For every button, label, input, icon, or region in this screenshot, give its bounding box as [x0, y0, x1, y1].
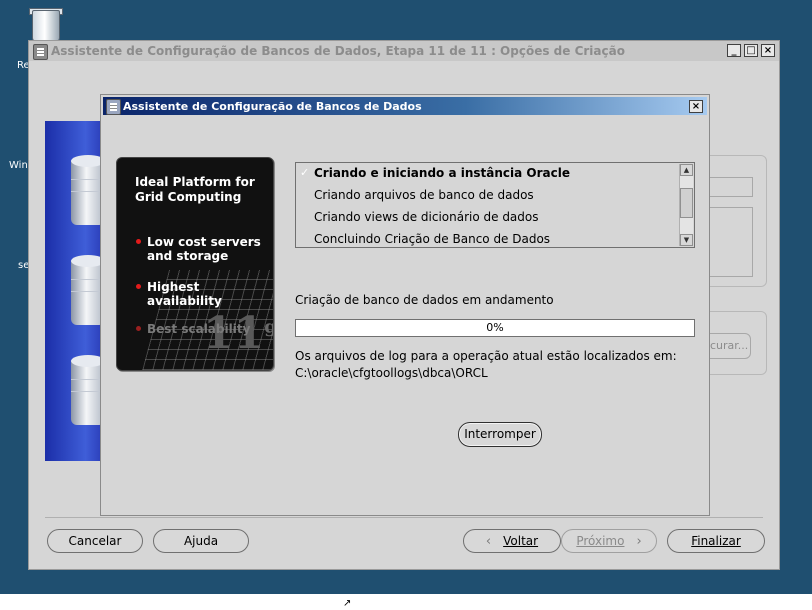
- hidden-field: [709, 207, 753, 277]
- back-button[interactable]: ‹ Voltar: [463, 529, 561, 553]
- app-icon: [106, 99, 121, 115]
- progress-label: 0%: [486, 321, 504, 334]
- log-path: C:\oracle\cfgtoollogs\dbca\ORCL: [295, 366, 488, 380]
- hidden-field: [709, 177, 753, 197]
- chevron-left-icon: ‹: [485, 534, 492, 549]
- help-label: Ajuda: [183, 534, 219, 548]
- dialog-title-bar[interactable]: Assistente de Configuração de Bancos de …: [103, 97, 707, 115]
- progress-bar: 0%: [295, 319, 695, 337]
- cancel-label: Cancelar: [68, 534, 122, 548]
- next-label: Próximo: [576, 534, 625, 548]
- scroll-up-icon[interactable]: ▲: [680, 164, 693, 176]
- steps-list[interactable]: ✓ Criando e iniciando a instância Oracle…: [295, 162, 695, 248]
- oracle-11g-banner: 11g Ideal Platform for Grid Computing Lo…: [116, 157, 274, 371]
- scroll-thumb[interactable]: [680, 188, 693, 218]
- maximize-button[interactable]: □: [744, 44, 758, 57]
- progress-dialog: Assistente de Configuração de Bancos de …: [100, 94, 710, 516]
- help-button[interactable]: Ajuda: [153, 529, 249, 553]
- banner-bullet: Highest availability: [136, 280, 266, 308]
- cancel-button[interactable]: Cancelar: [47, 529, 143, 553]
- dialog-title: Assistente de Configuração de Bancos de …: [123, 100, 422, 113]
- status-text: Criação de banco de dados em andamento: [295, 293, 554, 307]
- scroll-down-icon[interactable]: ▼: [680, 234, 693, 246]
- browse-button-label: curar...: [710, 339, 749, 352]
- list-item: Criando views de dicionário de dados: [314, 210, 539, 224]
- stop-button[interactable]: Interromper: [458, 422, 542, 447]
- list-item: Concluindo Criação de Banco de Dados: [314, 232, 551, 246]
- chevron-right-icon: ›: [636, 534, 642, 549]
- outer-title-bar[interactable]: Assistente de Configuração de Bancos de …: [29, 41, 779, 61]
- close-button[interactable]: ×: [761, 44, 775, 57]
- dialog-close-button[interactable]: ×: [689, 100, 703, 113]
- wizard-side-image: [45, 121, 105, 461]
- steps-scrollbar[interactable]: ▲ ▼: [679, 164, 693, 246]
- next-button[interactable]: Próximo ›: [561, 529, 657, 553]
- outer-window-title: Assistente de Configuração de Bancos de …: [51, 44, 625, 58]
- app-icon: [33, 44, 48, 60]
- screen-bottom-strip: [0, 594, 812, 610]
- stop-label: Interromper: [464, 427, 536, 441]
- list-item: Criando arquivos de banco de dados: [314, 188, 534, 202]
- banner-bullet: Low cost servers and storage: [136, 235, 266, 263]
- list-item: Criando e iniciando a instância Oracle: [314, 166, 570, 180]
- mouse-cursor-icon: ↗: [343, 598, 352, 609]
- finish-button[interactable]: Finalizar: [667, 529, 765, 553]
- back-label: Voltar: [503, 534, 539, 548]
- check-icon: ✓: [300, 166, 310, 179]
- desktop-label: Win: [9, 160, 28, 171]
- banner-bullet: Best scalability: [136, 322, 266, 336]
- finish-label: Finalizar: [691, 534, 741, 548]
- minimize-button[interactable]: _: [727, 44, 741, 57]
- log-location-text: Os arquivos de log para a operação atual…: [295, 349, 677, 363]
- banner-title: Ideal Platform for Grid Computing: [135, 175, 255, 204]
- button-separator: [45, 517, 763, 518]
